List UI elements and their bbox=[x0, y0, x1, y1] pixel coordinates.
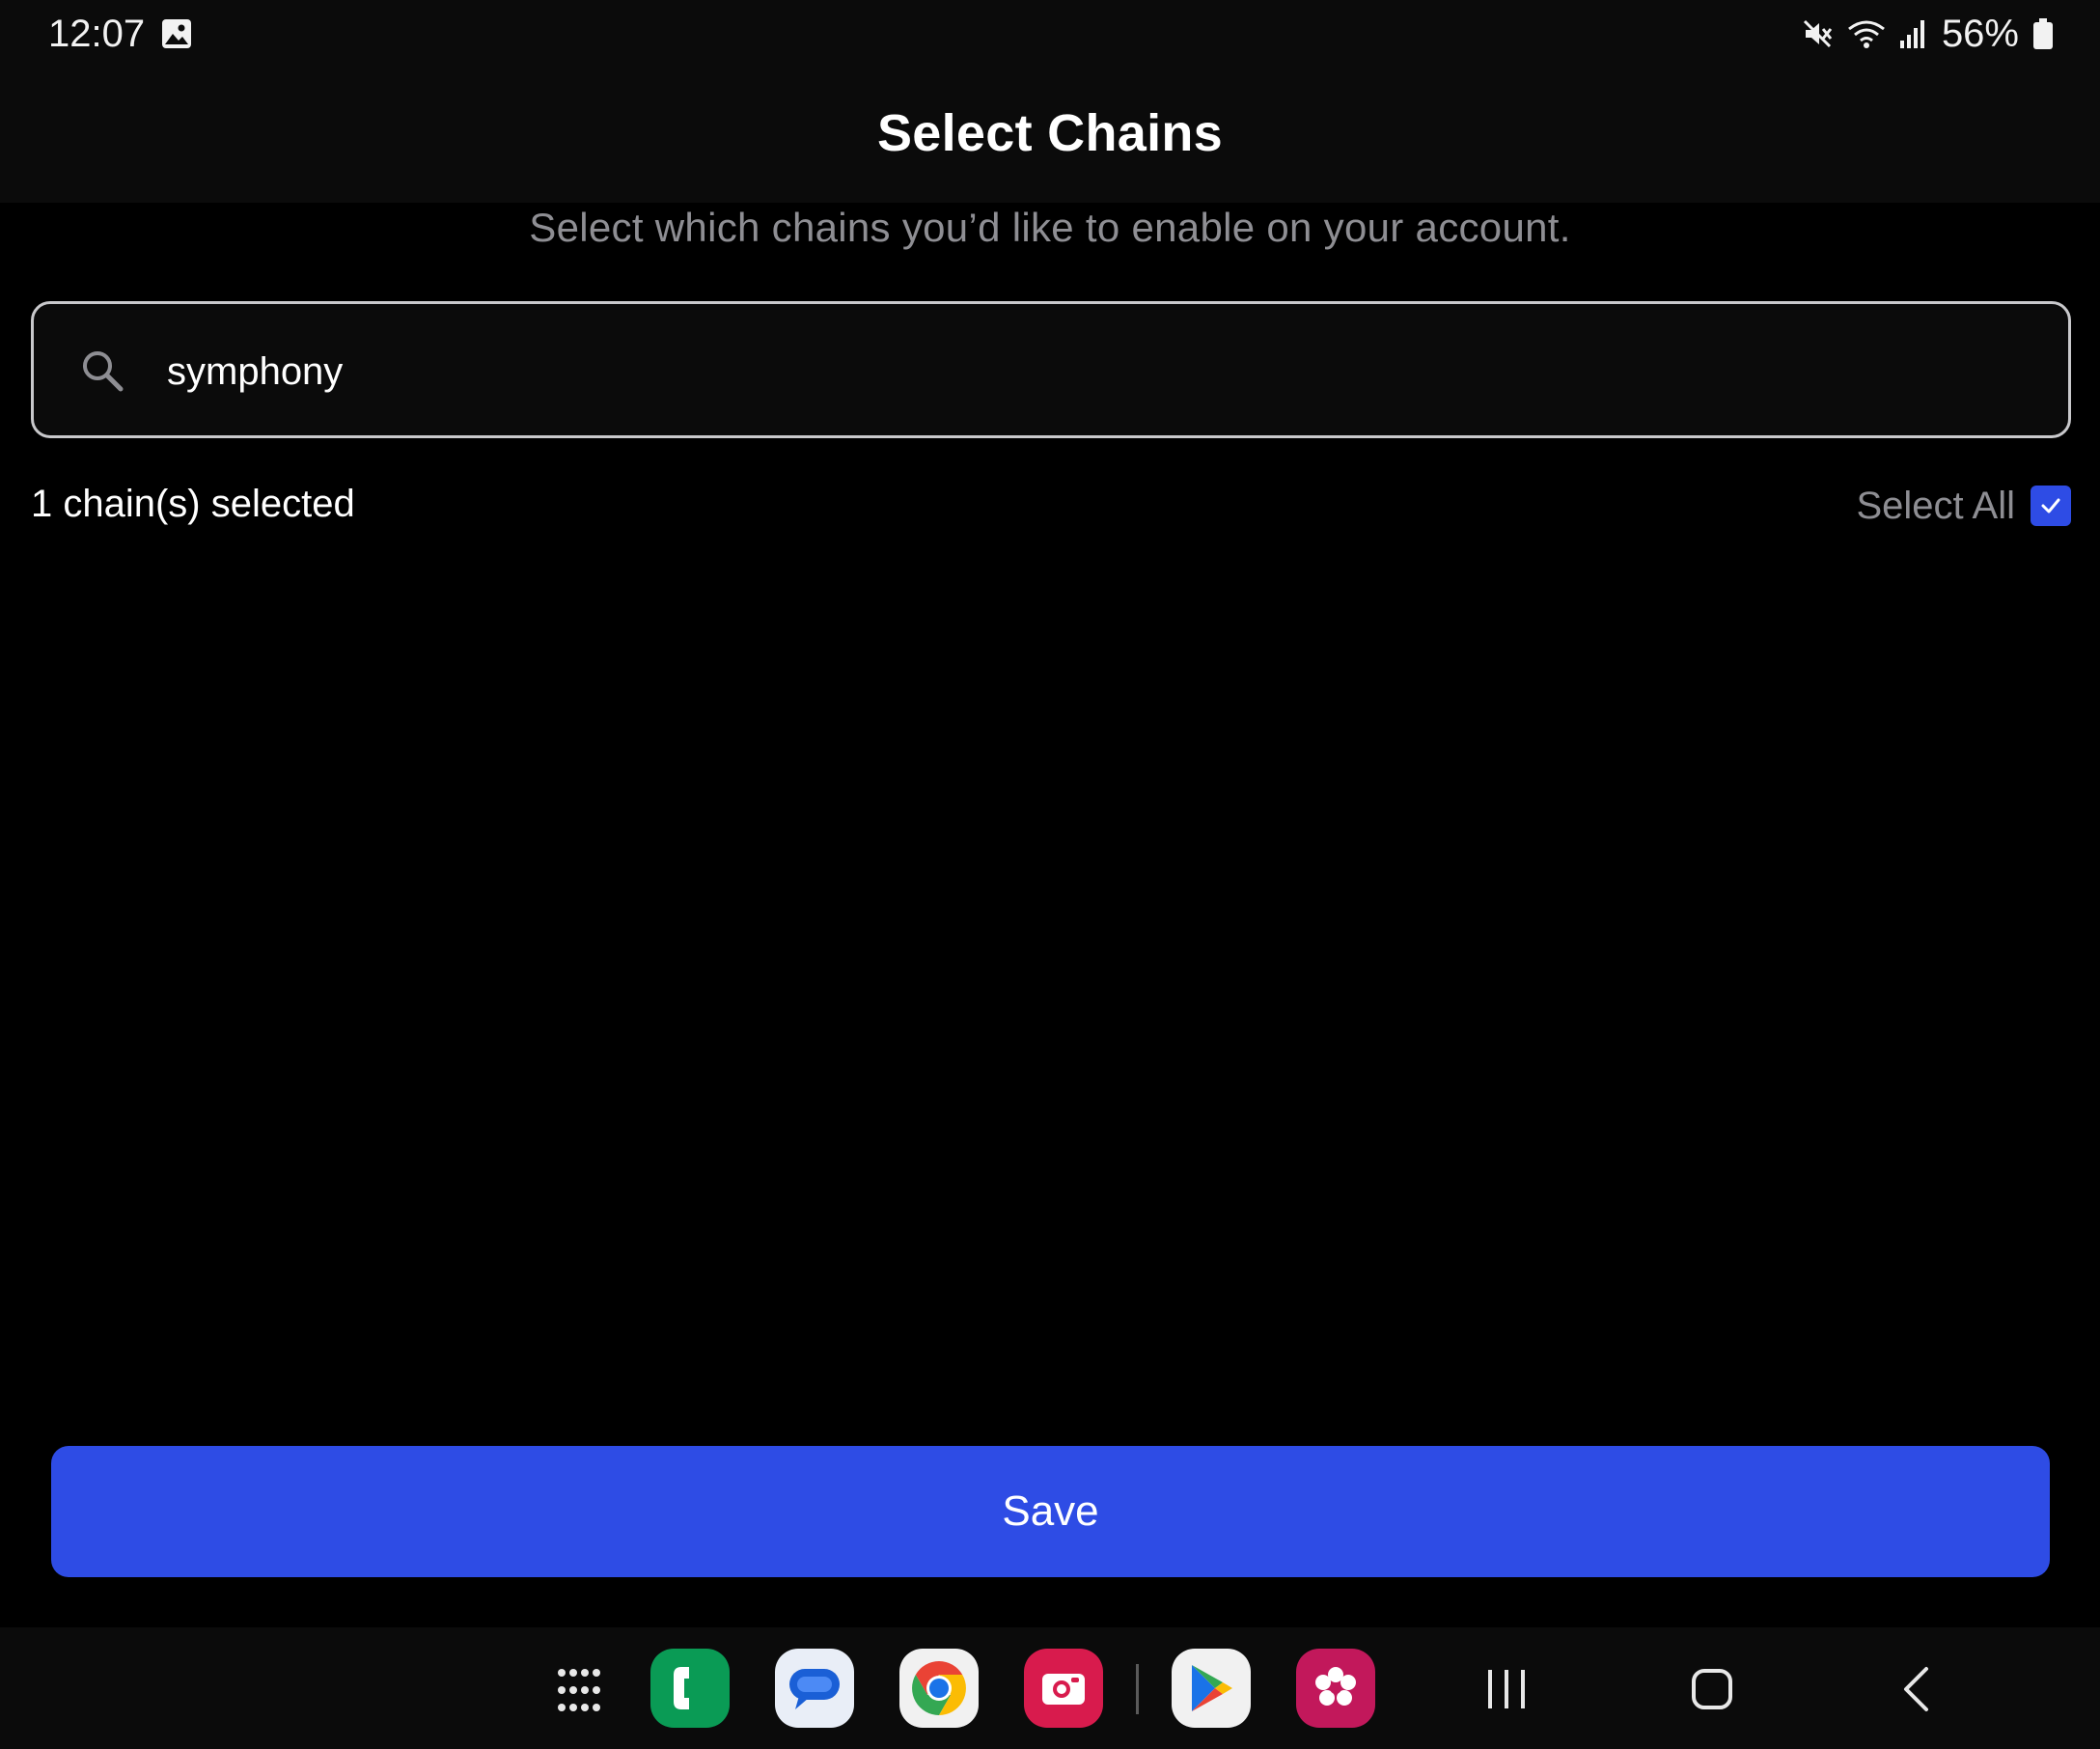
battery-percent: 56% bbox=[1941, 12, 2019, 55]
selection-row: 1 chain(s) selected Select All bbox=[31, 479, 2071, 533]
save-button[interactable]: Save bbox=[51, 1446, 2050, 1577]
status-bar: 12:07 56% bbox=[0, 0, 2100, 68]
signal-icon bbox=[1899, 17, 1928, 50]
battery-icon bbox=[2032, 17, 2054, 50]
select-all-checkbox[interactable] bbox=[2031, 486, 2071, 526]
app-drawer-icon[interactable] bbox=[555, 1666, 603, 1719]
search-input[interactable] bbox=[165, 333, 1999, 410]
search-icon bbox=[80, 348, 124, 393]
back-icon[interactable] bbox=[1901, 1666, 1930, 1717]
page-title: Select Chains bbox=[876, 104, 1224, 162]
messages-icon[interactable] bbox=[775, 1649, 854, 1728]
search-box[interactable] bbox=[31, 301, 2071, 438]
blossom-icon[interactable] bbox=[1296, 1649, 1375, 1728]
camera-icon[interactable] bbox=[1024, 1649, 1103, 1728]
play-store-icon[interactable] bbox=[1172, 1649, 1251, 1728]
phone-icon[interactable] bbox=[650, 1649, 730, 1728]
app-header: Select Chains bbox=[0, 68, 2100, 203]
selected-count: 1 chain(s) selected bbox=[31, 483, 355, 525]
home-icon[interactable] bbox=[1691, 1668, 1733, 1715]
page-subtitle: Select which chains you’d like to enable… bbox=[529, 205, 1571, 250]
select-all-label: Select All bbox=[1856, 484, 2015, 527]
taskbar-divider bbox=[1136, 1664, 1139, 1714]
mute-icon bbox=[1801, 17, 1834, 50]
gallery-notification-icon bbox=[160, 17, 193, 50]
taskbar bbox=[0, 1627, 2100, 1749]
status-right: 56% bbox=[1801, 10, 2054, 58]
status-left: 12:07 bbox=[48, 10, 193, 58]
chrome-icon[interactable] bbox=[899, 1649, 979, 1728]
status-time: 12:07 bbox=[48, 12, 146, 55]
wifi-icon bbox=[1847, 17, 1886, 50]
check-icon bbox=[2041, 498, 2060, 514]
select-all-toggle[interactable]: Select All bbox=[1856, 479, 2071, 533]
recent-apps-icon[interactable] bbox=[1486, 1668, 1527, 1715]
